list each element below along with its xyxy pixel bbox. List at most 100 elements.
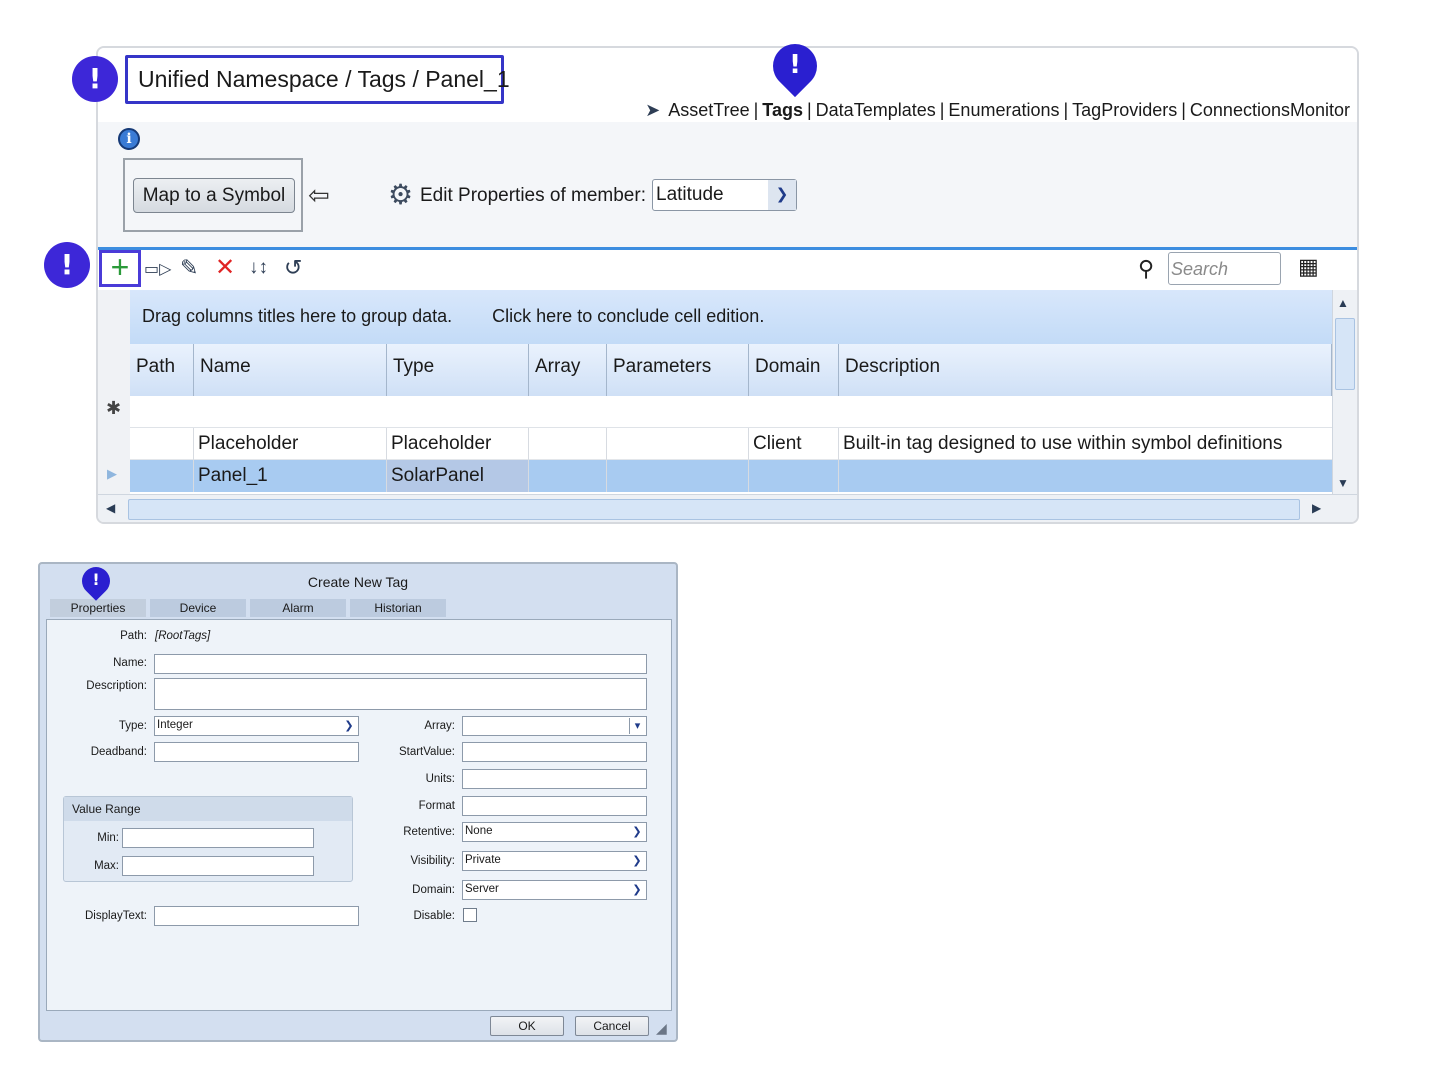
nav-assettree[interactable]: AssetTree: [668, 100, 749, 121]
chevron-down-icon[interactable]: ❯: [629, 853, 645, 869]
visibility-select[interactable]: Private ❯: [462, 851, 647, 871]
visibility-select-value: Private: [465, 854, 501, 866]
column-header-description[interactable]: Description: [839, 344, 1332, 396]
breadcrumb: Unified Namespace / Tags / Panel_1: [125, 55, 510, 104]
format-field[interactable]: [462, 796, 647, 816]
back-arrow-icon[interactable]: ⇦: [308, 180, 330, 211]
description-field[interactable]: [154, 678, 647, 710]
resize-grip-icon[interactable]: ◢: [656, 1020, 667, 1037]
cell-description[interactable]: [839, 460, 1332, 492]
group-by-bar[interactable]: Drag columns titles here to group data. C…: [130, 290, 1332, 344]
nav-datatemplates[interactable]: DataTemplates: [816, 100, 936, 121]
startvalue-label: StartValue:: [398, 746, 455, 758]
cell-type[interactable]: SolarPanel: [387, 460, 529, 492]
nav-tags[interactable]: Tags: [762, 100, 803, 121]
scroll-down-icon[interactable]: ▼: [1337, 476, 1349, 490]
displaytext-field[interactable]: [154, 906, 359, 926]
tab-device[interactable]: Device: [150, 599, 246, 617]
description-label: Description:: [86, 680, 147, 692]
callout-pin-tags: !: [763, 34, 827, 98]
history-icon[interactable]: ↺: [284, 256, 302, 280]
chevron-down-icon[interactable]: ❯: [629, 824, 645, 840]
chevron-down-icon[interactable]: ❯: [768, 180, 796, 210]
min-field[interactable]: [122, 828, 314, 848]
cell-array[interactable]: [529, 428, 607, 460]
domain-select[interactable]: Server ❯: [462, 880, 647, 900]
info-icon[interactable]: i: [118, 128, 140, 150]
properties-form: Path: [RootTags] Name: Description: Type…: [46, 619, 672, 1011]
table-row-selected[interactable]: Panel_1 SolarPanel: [130, 460, 1332, 492]
scroll-right-icon[interactable]: ▶: [1312, 501, 1321, 515]
name-field[interactable]: [154, 654, 647, 674]
deadband-field[interactable]: [154, 742, 359, 762]
nav-enumerations[interactable]: Enumerations: [948, 100, 1059, 121]
type-select[interactable]: Integer ❯: [154, 716, 359, 736]
cell-path[interactable]: [130, 460, 194, 492]
vertical-scrollbar[interactable]: ▲ ▼: [1332, 290, 1357, 494]
column-header-array[interactable]: Array: [529, 344, 607, 396]
add-tag-button[interactable]: +: [99, 250, 141, 287]
search-input[interactable]: Search: [1168, 252, 1281, 285]
max-label: Max:: [94, 860, 119, 872]
search-icon: ⚲: [1138, 256, 1155, 281]
path-label: Path:: [120, 630, 147, 642]
cell-description[interactable]: Built-in tag designed to use within symb…: [839, 428, 1332, 460]
new-row[interactable]: [130, 396, 1332, 428]
tab-properties[interactable]: Properties: [50, 599, 146, 617]
column-header-type[interactable]: Type: [387, 344, 529, 396]
scroll-left-icon[interactable]: ◀: [106, 501, 115, 515]
max-field[interactable]: [122, 856, 314, 876]
cell-domain[interactable]: [749, 460, 839, 492]
displaytext-label: DisplayText:: [85, 910, 147, 922]
cell-type[interactable]: Placeholder: [387, 428, 529, 460]
cell-array[interactable]: [529, 460, 607, 492]
scroll-up-icon[interactable]: ▲: [1337, 296, 1349, 310]
rename-icon[interactable]: ▭▷: [144, 258, 171, 282]
cell-name[interactable]: Placeholder: [194, 428, 387, 460]
horizontal-scroll-thumb[interactable]: [128, 499, 1300, 520]
map-to-symbol-button[interactable]: Map to a Symbol: [133, 178, 295, 213]
column-header-parameters[interactable]: Parameters: [607, 344, 749, 396]
delete-icon[interactable]: ✕: [215, 256, 235, 280]
chevron-down-icon[interactable]: ❯: [341, 718, 357, 734]
gear-icon: ⚙: [388, 179, 414, 210]
column-header-domain[interactable]: Domain: [749, 344, 839, 396]
ok-button[interactable]: OK: [490, 1016, 564, 1036]
disable-label: Disable:: [413, 910, 455, 922]
top-navigation: ➤ AssetTree | Tags | DataTemplates | Enu…: [645, 100, 1350, 121]
chevron-down-icon[interactable]: ▾: [629, 718, 645, 734]
min-label: Min:: [97, 832, 119, 844]
cell-parameters[interactable]: [607, 428, 749, 460]
array-label: Array:: [424, 720, 455, 732]
cell-path[interactable]: [130, 428, 194, 460]
array-select[interactable]: ▾: [462, 716, 647, 736]
startvalue-field[interactable]: [462, 742, 647, 762]
path-value: [RootTags]: [155, 630, 211, 642]
table-row[interactable]: Placeholder Placeholder Client Built-in …: [130, 428, 1332, 460]
tab-historian[interactable]: Historian: [350, 599, 446, 617]
columns-icon[interactable]: ▦: [1298, 254, 1319, 280]
retentive-label: Retentive:: [403, 826, 455, 838]
nav-separator: |: [939, 100, 945, 120]
chevron-down-icon[interactable]: ❯: [629, 882, 645, 898]
vertical-scroll-thumb[interactable]: [1335, 318, 1355, 390]
cell-domain[interactable]: Client: [749, 428, 839, 460]
value-range-title: Value Range: [64, 797, 352, 821]
retentive-select[interactable]: None ❯: [462, 822, 647, 842]
cancel-button[interactable]: Cancel: [575, 1016, 649, 1036]
nav-tagproviders[interactable]: TagProviders: [1072, 100, 1177, 121]
member-select[interactable]: Latitude ❯: [652, 179, 797, 211]
disable-checkbox[interactable]: [463, 908, 477, 922]
cell-name[interactable]: Panel_1: [194, 460, 387, 492]
edit-icon[interactable]: ✎: [180, 256, 198, 280]
sort-icon[interactable]: ↓↕: [249, 256, 268, 280]
column-header-path[interactable]: Path: [130, 344, 194, 396]
cell-parameters[interactable]: [607, 460, 749, 492]
domain-select-value: Server: [465, 883, 499, 895]
horizontal-scrollbar[interactable]: ◀ ▶: [98, 494, 1357, 522]
units-field[interactable]: [462, 769, 647, 789]
tab-alarm[interactable]: Alarm: [250, 599, 346, 617]
column-header-name[interactable]: Name: [194, 344, 387, 396]
nav-connectionsmonitor[interactable]: ConnectionsMonitor: [1190, 100, 1350, 121]
conclude-edit-hint[interactable]: Click here to conclude cell edition.: [492, 306, 764, 326]
